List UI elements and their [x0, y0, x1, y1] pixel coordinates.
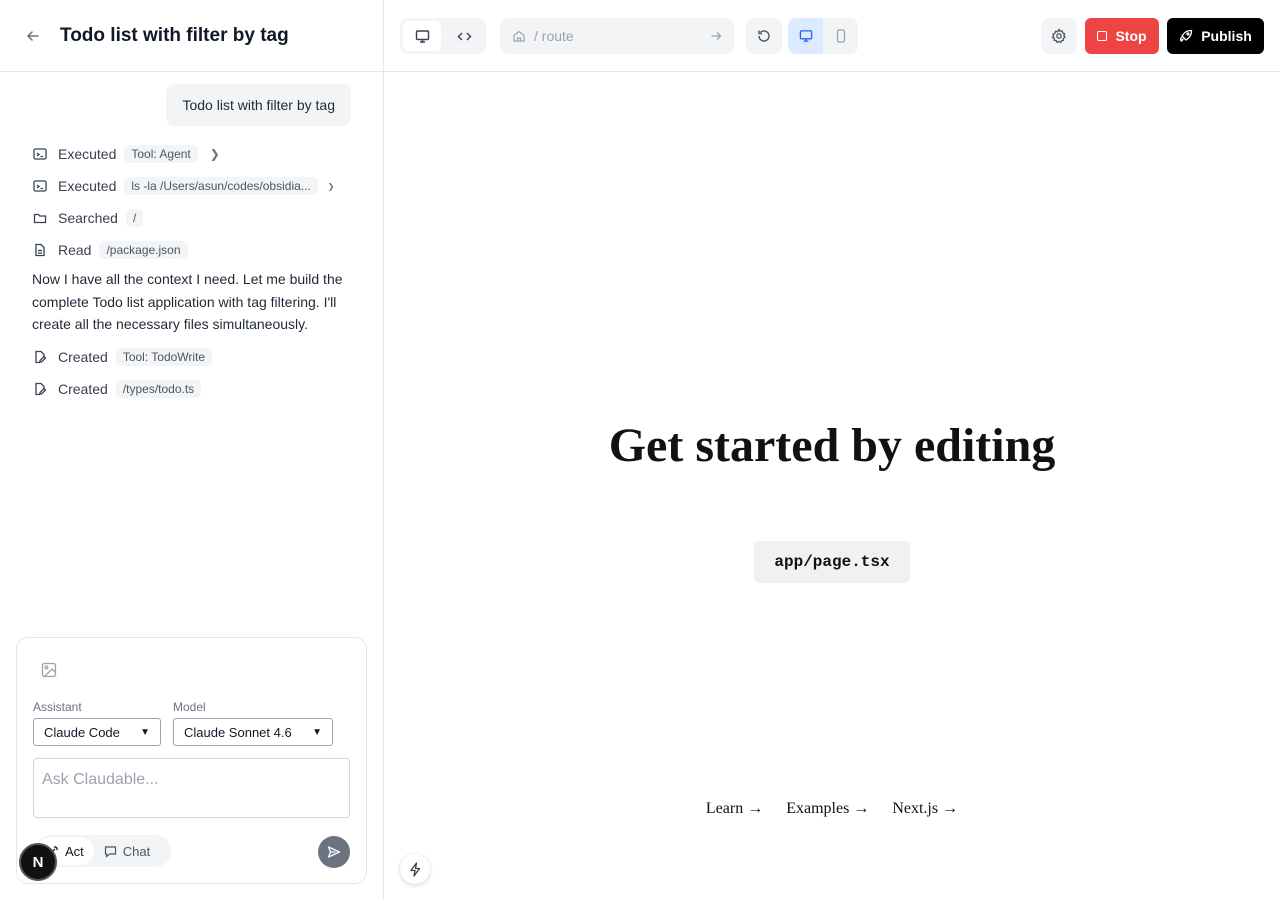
arrow-left-icon: [26, 30, 39, 41]
chevron-down-icon: ▼: [312, 726, 322, 738]
mobile-device-button[interactable]: [823, 18, 858, 54]
monitor-icon: [415, 29, 429, 43]
log-item[interactable]: Created /types/todo.ts: [32, 373, 351, 405]
assistant-select-value: Claude Code: [44, 724, 120, 740]
arrow-right-icon[interactable]: [710, 30, 722, 42]
log-item[interactable]: Searched /: [32, 202, 351, 234]
file-edit-icon: [32, 349, 48, 365]
preview-toolbar: / route Stop Publish: [384, 0, 1280, 72]
nextjs-link[interactable]: Next.js →: [892, 800, 958, 818]
mode-act-label: Act: [65, 843, 84, 859]
model-select[interactable]: Claude Sonnet 4.6 ▼: [173, 718, 333, 746]
chat-header: Todo list with filter by tag: [0, 0, 383, 72]
composer: Assistant Claude Code ▼ Model Claude Son…: [16, 637, 367, 884]
user-message-bubble: Todo list with filter by tag: [166, 84, 351, 126]
log-verb: Executed: [58, 146, 117, 162]
preview-code-snippet: app/page.tsx: [754, 541, 910, 583]
refresh-button[interactable]: [746, 18, 782, 54]
log-chip: /types/todo.ts: [115, 380, 202, 399]
dev-tools-button[interactable]: [400, 854, 430, 884]
view-toggle: [400, 18, 486, 54]
route-input[interactable]: / route: [500, 18, 734, 54]
chevron-right-icon[interactable]: ❯: [210, 147, 220, 161]
log-verb: Executed: [58, 178, 117, 194]
back-button[interactable]: [22, 25, 44, 47]
smartphone-icon: [836, 29, 845, 43]
chat-panel: Todo list with filter by tag Todo list w…: [0, 0, 384, 900]
preview-frame: Get started by editing app/page.tsx Lear…: [384, 72, 1280, 900]
message-icon: [104, 845, 116, 858]
mode-chat-button[interactable]: Chat: [94, 837, 160, 865]
preview-view-button[interactable]: [403, 21, 441, 51]
assistant-select[interactable]: Claude Code ▼: [33, 718, 161, 746]
preview-heading: Get started by editing: [608, 419, 1056, 472]
nextjs-badge[interactable]: N: [19, 843, 57, 881]
log-verb: Searched: [58, 210, 118, 226]
log-chip: Tool: Agent: [124, 145, 198, 163]
mode-chat-label: Chat: [122, 843, 151, 859]
code-view-button[interactable]: [445, 21, 483, 51]
terminal-icon: [32, 146, 48, 162]
refresh-icon: [758, 30, 770, 42]
preview-links: Learn → Examples → Next.js →: [384, 800, 1280, 818]
log-chip: /: [125, 209, 144, 227]
terminal-icon: [32, 178, 48, 194]
assistant-label: Assistant: [33, 700, 82, 714]
publish-button[interactable]: Publish: [1167, 18, 1264, 54]
code-icon: [457, 32, 471, 40]
log-verb: Read: [58, 242, 92, 258]
learn-link[interactable]: Learn →: [706, 800, 763, 818]
log-chip: /package.json: [99, 241, 188, 259]
send-button[interactable]: [318, 836, 350, 868]
rocket-icon: [1180, 29, 1193, 42]
home-icon: [513, 30, 525, 42]
device-toggle: [788, 18, 858, 54]
log-item[interactable]: Executed Tool: Agent ❯: [32, 138, 351, 170]
model-label: Model: [173, 700, 206, 714]
activity-log: Executed Tool: Agent ❯ Executed ls -la /…: [0, 138, 383, 405]
stop-button[interactable]: Stop: [1085, 18, 1159, 54]
log-verb: Created: [58, 349, 108, 366]
page-title: Todo list with filter by tag: [60, 24, 289, 46]
chevron-right-icon[interactable]: ❯: [328, 182, 335, 191]
image-upload-icon[interactable]: [41, 662, 57, 678]
examples-link[interactable]: Examples →: [786, 800, 869, 818]
send-icon: [327, 846, 341, 858]
assistant-message: Now I have all the context I need. Let m…: [32, 271, 343, 333]
model-select-value: Claude Sonnet 4.6: [184, 724, 292, 740]
log-item[interactable]: Created Tool: TodoWrite: [32, 341, 351, 373]
stop-icon: [1097, 31, 1108, 41]
desktop-icon: [799, 30, 812, 42]
file-icon: [32, 242, 48, 258]
folder-icon: [32, 210, 48, 226]
route-text: / route: [534, 28, 574, 44]
log-item[interactable]: Executed ls -la /Users/asun/codes/obsidi…: [32, 170, 351, 202]
message-input[interactable]: Ask Claudable...: [33, 758, 350, 818]
log-chip: Tool: TodoWrite: [115, 348, 213, 367]
settings-button[interactable]: [1041, 18, 1077, 54]
log-item[interactable]: Read /package.json: [32, 234, 351, 266]
publish-label: Publish: [1201, 28, 1252, 44]
lightning-icon: [409, 861, 420, 877]
gear-icon: [1051, 28, 1066, 44]
log-verb: Created: [58, 381, 108, 398]
log-chip: ls -la /Users/asun/codes/obsidia...: [124, 177, 318, 195]
file-edit-icon: [32, 381, 48, 397]
chevron-down-icon: ▼: [140, 726, 150, 738]
desktop-device-button[interactable]: [788, 18, 823, 54]
stop-label: Stop: [1115, 28, 1147, 44]
